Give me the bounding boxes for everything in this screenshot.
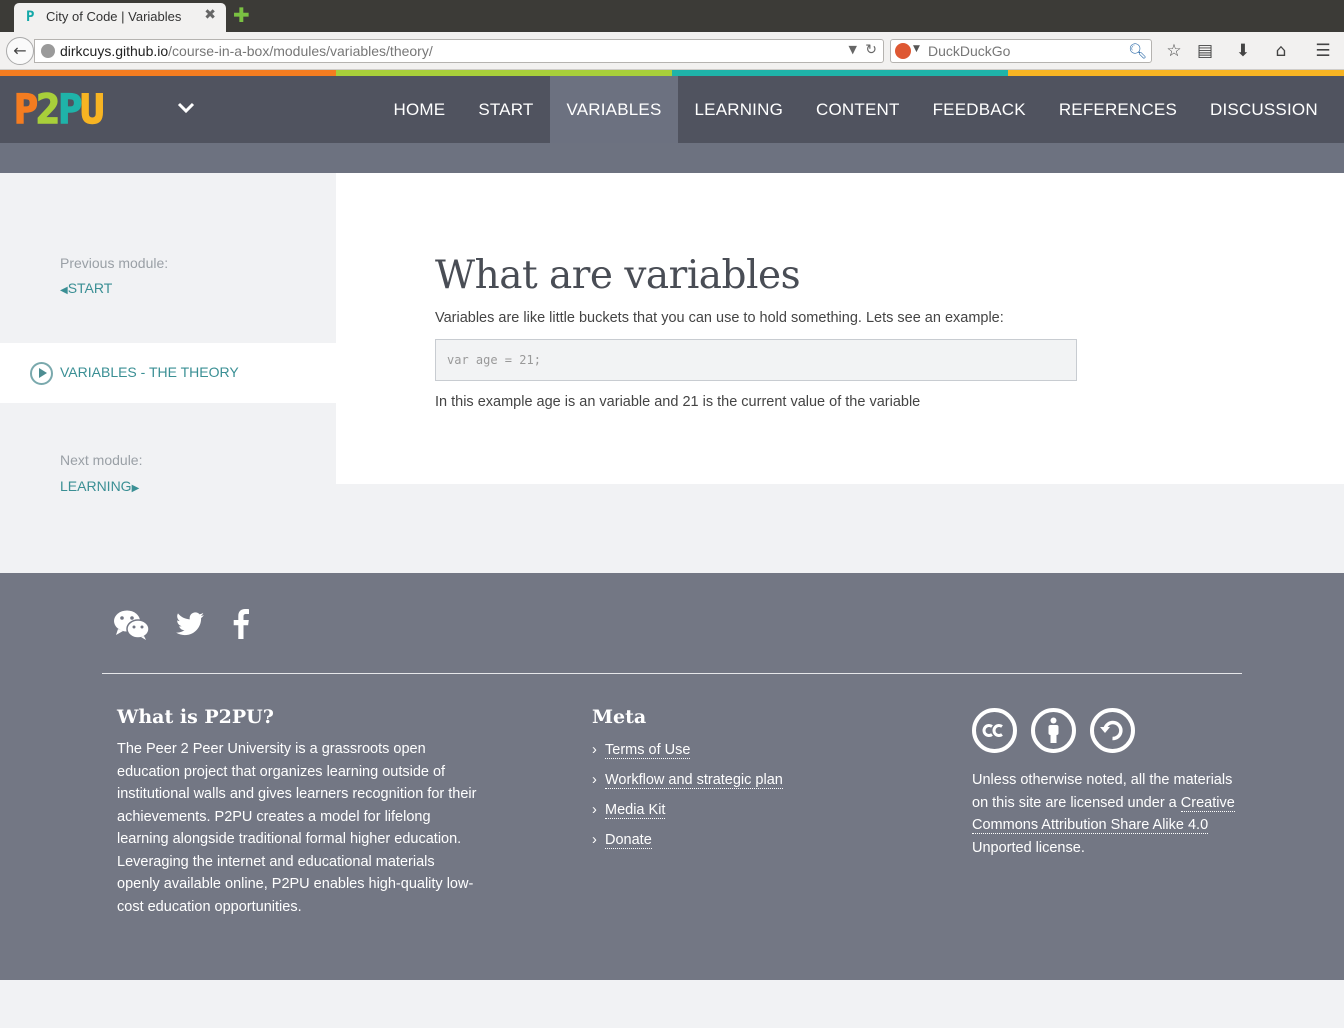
logo-letter: P xyxy=(57,87,83,133)
hamburger-menu-icon[interactable]: ☰ xyxy=(1312,40,1334,62)
site-header: P2PU HOME START VARIABLES LEARNING CONTE… xyxy=(0,76,1344,143)
previous-module-label: Previous module: xyxy=(60,255,169,271)
meta-link-item: › Donate xyxy=(592,832,783,862)
new-tab-plus-icon[interactable]: ✚ xyxy=(233,5,250,25)
page-bottom xyxy=(0,980,1344,1028)
cc-icon xyxy=(972,708,1017,753)
chevron-right-icon: › xyxy=(592,832,597,848)
code-block: var age = 21; xyxy=(435,339,1077,381)
about-heading: What is P2PU? xyxy=(117,706,274,728)
nav-references[interactable]: REFERENCES xyxy=(1042,76,1193,143)
url-bar[interactable]: dirkcuys.github.io/course-in-a-box/modul… xyxy=(34,39,884,63)
caret-left-icon: ◀ xyxy=(60,285,68,296)
module-sidebar: Previous module: ◀START VARIABLES - THE … xyxy=(0,173,336,494)
search-engine-dropdown-icon[interactable]: ▼ xyxy=(913,44,920,54)
url-path: /course-in-a-box/modules/variables/theor… xyxy=(168,43,433,59)
reading-list-icon[interactable]: ▤ xyxy=(1194,40,1216,62)
previous-module-link[interactable]: ◀START xyxy=(60,280,112,296)
wechat-icon[interactable] xyxy=(113,609,151,640)
cc-by-person-icon xyxy=(1031,708,1076,753)
search-placeholder: DuckDuckGo xyxy=(928,43,1011,59)
nav-home[interactable]: HOME xyxy=(377,76,462,143)
meta-link-item: › Media Kit xyxy=(592,802,783,832)
code-snippet: var age = 21; xyxy=(447,353,541,367)
url-history-dropdown-icon[interactable]: ▼ xyxy=(849,43,857,56)
chevron-down-icon[interactable] xyxy=(176,98,196,118)
cc-share-alike-icon xyxy=(1090,708,1135,753)
duckduckgo-icon[interactable] xyxy=(895,43,911,59)
url-host: dirkcuys.github.io xyxy=(60,43,169,59)
globe-icon xyxy=(41,44,55,58)
meta-links: › Terms of Use › Workflow and strategic pl… xyxy=(592,742,783,862)
next-module-label: Next module: xyxy=(60,452,143,468)
next-module-link-label: LEARNING xyxy=(60,478,132,494)
license-suffix: Unported license. xyxy=(972,839,1085,856)
tab-title: City of Code | Variables xyxy=(46,9,182,24)
logo-letter: U xyxy=(80,87,106,133)
current-module-label: VARIABLES - THE THEORY xyxy=(60,364,239,380)
p2pu-favicon-icon: P xyxy=(26,9,35,25)
url-text[interactable]: dirkcuys.github.io/course-in-a-box/modul… xyxy=(60,43,433,59)
browser-tab[interactable]: P City of Code | Variables ✖ xyxy=(14,3,226,32)
p2pu-logo[interactable]: P2PU xyxy=(13,87,106,133)
reload-icon[interactable]: ↻ xyxy=(865,42,877,58)
license-text: Unless otherwise noted, all the material… xyxy=(972,769,1242,859)
home-icon[interactable]: ⌂ xyxy=(1270,40,1292,62)
nav-content[interactable]: CONTENT xyxy=(800,76,917,143)
meta-link-item: › Workflow and strategic plan xyxy=(592,772,783,802)
workflow-link[interactable]: Workflow and strategic plan xyxy=(605,772,783,789)
magnifier-icon[interactable]: 🔍︎ xyxy=(1128,42,1147,60)
previous-module-link-label: START xyxy=(67,280,113,296)
logo-letter: P xyxy=(13,87,39,133)
terms-of-use-link[interactable]: Terms of Use xyxy=(605,742,691,759)
back-arrow-icon[interactable]: ← xyxy=(6,37,34,65)
chevron-right-icon: › xyxy=(592,772,597,788)
download-arrow-icon[interactable]: ⬇ xyxy=(1232,40,1254,62)
nav-feedback[interactable]: FEEDBACK xyxy=(916,76,1042,143)
main-content: What are variables Variables are like li… xyxy=(336,173,1344,484)
chevron-right-icon: › xyxy=(592,802,597,818)
nav-learning[interactable]: LEARNING xyxy=(678,76,800,143)
main-nav: HOME START VARIABLES LEARNING CONTENT FE… xyxy=(377,76,1334,143)
donate-link[interactable]: Donate xyxy=(605,832,652,849)
nav-variables[interactable]: VARIABLES xyxy=(549,76,678,143)
play-circle-icon xyxy=(30,362,53,385)
close-tab-icon[interactable]: ✖ xyxy=(204,7,216,23)
meta-link-item: › Terms of Use xyxy=(592,742,783,772)
next-module-link[interactable]: LEARNING▶ xyxy=(60,478,139,494)
media-kit-link[interactable]: Media Kit xyxy=(605,802,666,819)
caret-right-icon: ▶ xyxy=(131,483,140,494)
logo-letter: 2 xyxy=(35,87,61,133)
page-title: What are variables xyxy=(435,253,801,298)
browser-tab-bar: P City of Code | Variables ✖ ✚ xyxy=(0,0,1344,32)
facebook-icon[interactable] xyxy=(233,609,249,639)
explanation-paragraph: In this example age is an variable and 2… xyxy=(435,394,921,410)
nav-discussion[interactable]: DISCUSSION xyxy=(1194,76,1335,143)
about-text: The Peer 2 Peer University is a grassroo… xyxy=(117,741,477,915)
intro-paragraph: Variables are like little buckets that y… xyxy=(435,310,1004,326)
site-footer: What is P2PU? The Peer 2 Peer University… xyxy=(0,573,1344,980)
browser-toolbar: ← dirkcuys.github.io/course-in-a-box/mod… xyxy=(0,32,1344,70)
search-bar[interactable]: ▼ DuckDuckGo 🔍︎ xyxy=(890,39,1152,63)
current-module-item[interactable]: VARIABLES - THE THEORY xyxy=(0,343,336,403)
meta-heading: Meta xyxy=(592,706,647,728)
twitter-icon[interactable] xyxy=(176,612,204,642)
bookmark-star-icon[interactable]: ☆ xyxy=(1163,40,1185,62)
nav-start[interactable]: START xyxy=(462,76,550,143)
cc-license-icons[interactable] xyxy=(972,708,1135,753)
subheader-band xyxy=(0,143,1344,173)
footer-divider xyxy=(102,673,1242,674)
chevron-right-icon: › xyxy=(592,742,597,758)
